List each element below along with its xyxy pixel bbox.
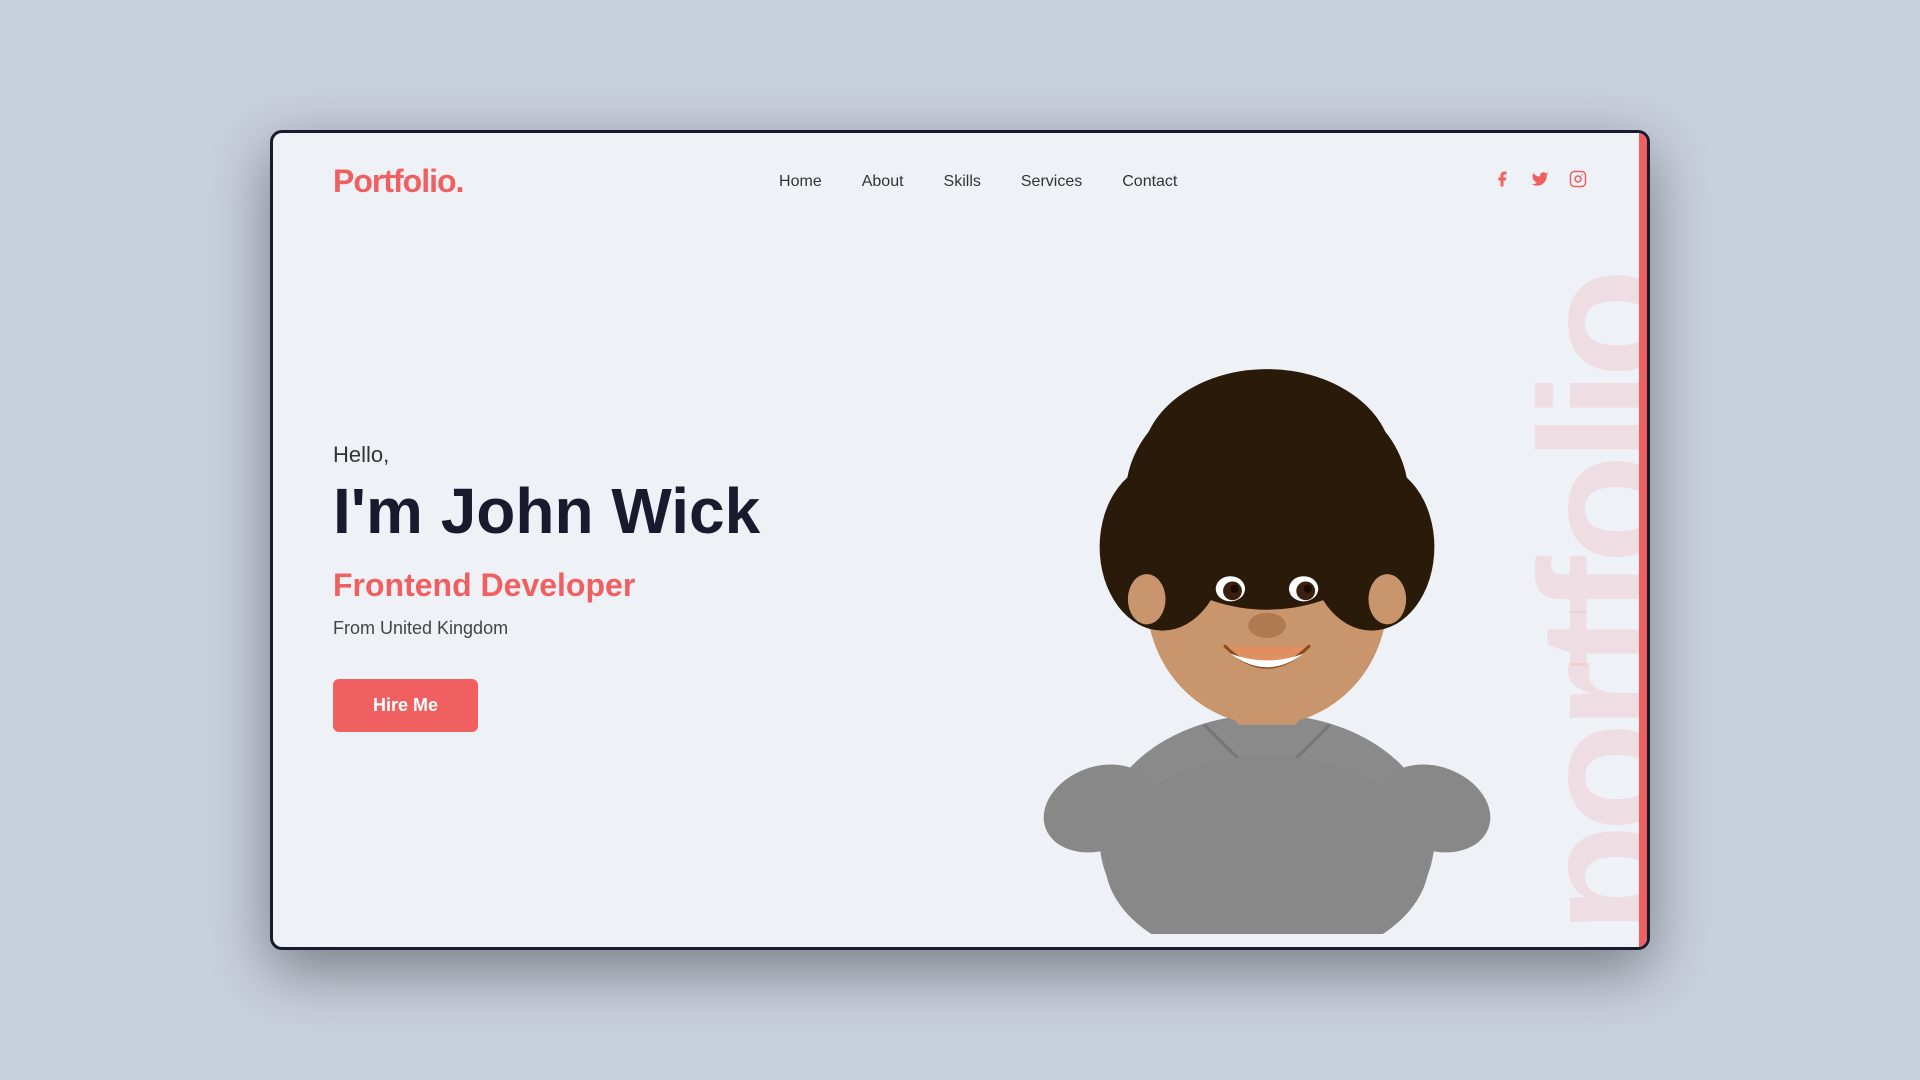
hero-section: Hello, I'm John Wick Frontend Developer … [273, 220, 1647, 934]
page-content: Portfolio. Home About Skills Services Co… [273, 133, 1647, 947]
social-icons-group [1493, 170, 1587, 193]
nav-services[interactable]: Services [1021, 173, 1082, 191]
hero-text-block: Hello, I'm John Wick Frontend Developer … [333, 422, 833, 731]
side-accent-bar [1639, 133, 1647, 947]
hero-name: I'm John Wick [333, 476, 833, 546]
hero-title: Frontend Developer [333, 567, 833, 604]
nav-about[interactable]: About [862, 173, 904, 191]
nav-home[interactable]: Home [779, 173, 822, 191]
hero-location: From United Kingdom [333, 618, 833, 639]
nav-skills[interactable]: Skills [944, 173, 981, 191]
nav-contact[interactable]: Contact [1122, 173, 1177, 191]
hero-image-area [967, 254, 1567, 934]
navigation: Home About Skills Services Contact [779, 173, 1177, 191]
instagram-icon[interactable] [1569, 170, 1587, 193]
person-illustration [967, 254, 1567, 934]
facebook-icon[interactable] [1493, 170, 1511, 193]
hire-me-button[interactable]: Hire Me [333, 679, 478, 732]
logo[interactable]: Portfolio. [333, 163, 463, 200]
twitter-icon[interactable] [1531, 170, 1549, 193]
header: Portfolio. Home About Skills Services Co… [273, 133, 1647, 220]
browser-frame: Portfolio. Home About Skills Services Co… [270, 130, 1650, 950]
greeting-text: Hello, [333, 442, 833, 468]
